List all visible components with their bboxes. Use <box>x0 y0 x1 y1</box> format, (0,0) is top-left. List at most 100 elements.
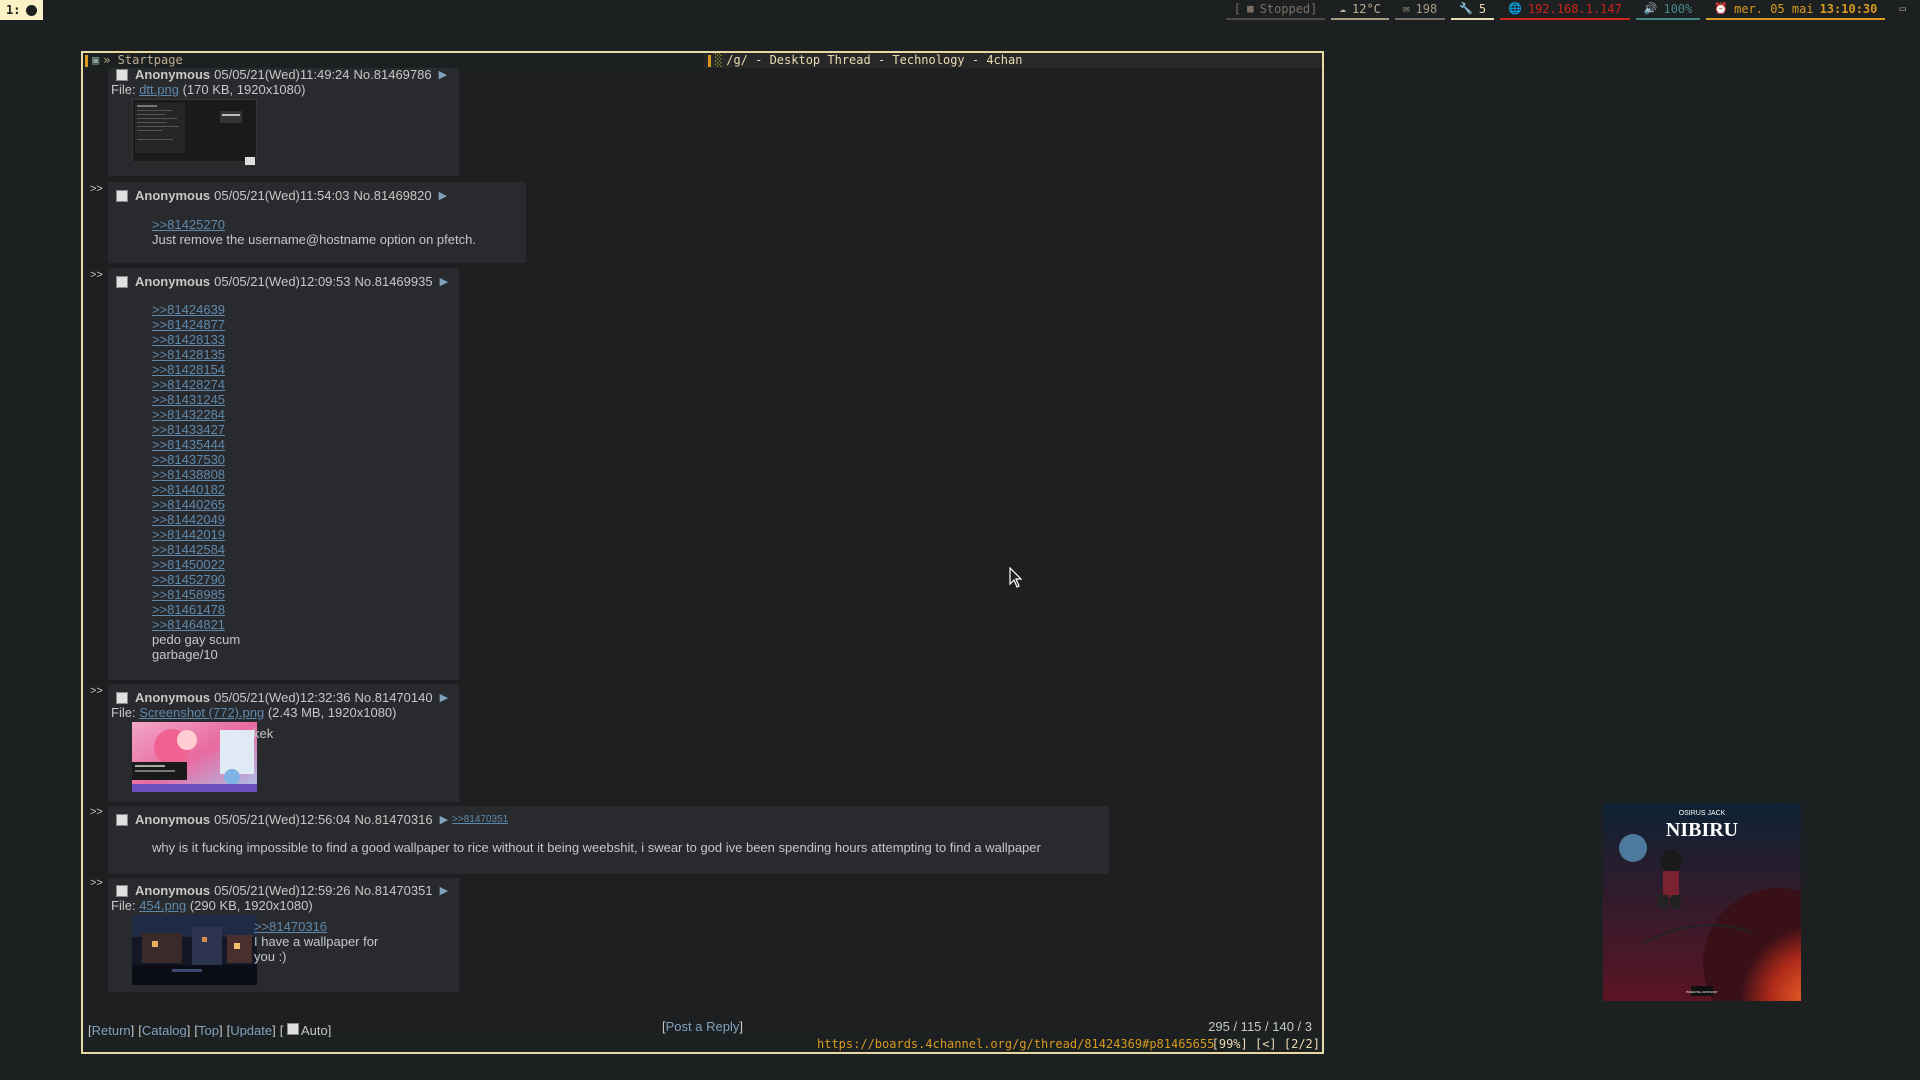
file-link[interactable]: dtt.png <box>139 82 179 97</box>
message-line: kek <box>253 726 274 741</box>
quote-link[interactable]: >>81428133 <box>152 332 225 347</box>
post-checkbox[interactable] <box>116 884 128 897</box>
post-number[interactable]: No.81470140 <box>355 690 433 705</box>
auto-update-checkbox[interactable] <box>286 1023 299 1035</box>
status-block-updates[interactable]: 🔧 5 <box>1451 0 1495 20</box>
status-clock-text: mer. 05 mai <box>1734 2 1814 16</box>
workspace-indicator[interactable]: 1: <box>0 0 44 20</box>
post-number[interactable]: No.81469820 <box>354 188 432 203</box>
post-thumbnail[interactable] <box>132 722 257 792</box>
post-header: Anonymous 05/05/21(Wed)12:32:36 No.81470… <box>116 690 448 705</box>
post: Anonymous 05/05/21(Wed)12:56:04 No.81470… <box>108 806 1109 874</box>
quote-link[interactable]: >>81442049 <box>152 512 225 527</box>
post-header: Anonymous 05/05/21(Wed)12:56:04 No.81470… <box>116 812 508 827</box>
post-menu-icon[interactable]: ▶ <box>440 691 448 704</box>
post-number[interactable]: No.81470316 <box>355 812 433 827</box>
post-checkbox[interactable] <box>116 68 128 81</box>
quote-link[interactable]: >>81425270 <box>152 217 225 232</box>
tray-icon: ▭ <box>1899 2 1906 15</box>
file-link[interactable]: Screenshot (772).png <box>139 705 264 720</box>
post-menu-icon[interactable]: ▶ <box>440 813 448 826</box>
tab-desktop-thread[interactable]: ░ /g/ - Desktop Thread - Technology - 4c… <box>704 53 1322 68</box>
post-side-arrow: >> <box>90 269 103 281</box>
browser-statusline: https://boards.4channel.org/g/thread/814… <box>83 1037 1322 1052</box>
post-thumbnail[interactable] <box>132 99 257 165</box>
status-block-network[interactable]: 🌐 192.168.1.147 <box>1500 0 1630 20</box>
file-label: File: <box>111 898 136 913</box>
poster-name: Anonymous <box>135 883 211 898</box>
quote-link[interactable]: >>81435444 <box>152 437 225 452</box>
quote-link[interactable]: >>81440265 <box>152 497 225 512</box>
post-checkbox[interactable] <box>116 275 128 288</box>
post-number[interactable]: No.81470351 <box>355 883 433 898</box>
post-header: Anonymous 05/05/21(Wed)11:49:24 No.81469… <box>116 68 447 82</box>
album-art: OSIRUS JACK NIBIRU PARENTAL ADVISORY <box>1603 803 1801 1001</box>
update-link[interactable]: Update <box>230 1023 272 1038</box>
post-menu-icon[interactable]: ▶ <box>439 189 447 202</box>
backlink[interactable]: >>81470351 <box>452 814 508 825</box>
post-checkbox[interactable] <box>116 691 128 704</box>
status-block-tray[interactable]: ▭ <box>1891 0 1920 20</box>
poster-name: Anonymous <box>135 812 211 827</box>
quote-link[interactable]: >>81433427 <box>152 422 225 437</box>
quote-link[interactable]: >>81461478 <box>152 602 225 617</box>
status-block-mail[interactable]: ✉ 198 <box>1394 0 1446 20</box>
file-meta: (170 KB, 1920x1080) <box>182 82 306 97</box>
quote-link[interactable]: >>81440182 <box>152 482 225 497</box>
album-advisory: PARENTAL ADVISORY <box>1686 990 1717 994</box>
status-url: https://boards.4channel.org/g/thread/814… <box>817 1037 1215 1051</box>
post-side-arrow: >> <box>90 877 103 889</box>
mpd-icon: ■ <box>1246 2 1254 15</box>
file-meta: (290 KB, 1920x1080) <box>189 898 313 913</box>
quote-link[interactable]: >>81458985 <box>152 587 225 602</box>
file-link[interactable]: 454.png <box>139 898 186 913</box>
catalog-link[interactable]: Catalog <box>142 1023 187 1038</box>
quote-link[interactable]: >>81452790 <box>152 572 225 587</box>
post-checkbox[interactable] <box>116 189 128 202</box>
quote-link[interactable]: >>81450022 <box>152 557 225 572</box>
quote-link[interactable]: >>81442584 <box>152 542 225 557</box>
post-menu-icon[interactable]: ▶ <box>439 68 447 81</box>
post-side-arrow: >> <box>90 685 103 697</box>
quote-link[interactable]: >>81438808 <box>152 467 225 482</box>
post-message: >>81470316 I have a wallpaper for you :) <box>254 919 378 964</box>
post-side-arrow: >> <box>90 806 103 818</box>
browser-window: ▣ » Startpage ░ /g/ - Desktop Thread - T… <box>81 51 1324 1054</box>
status-network-text: 192.168.1.147 <box>1527 2 1622 16</box>
post-menu-icon[interactable]: ▶ <box>440 884 448 897</box>
status-block-volume[interactable]: 🔊 100% <box>1635 0 1701 20</box>
post-number[interactable]: No.81469786 <box>354 68 432 82</box>
quote-link[interactable]: >>81431245 <box>152 392 225 407</box>
quote-link[interactable]: >>81428154 <box>152 362 225 377</box>
status-block-mpd[interactable]: [■ Stopped] <box>1225 0 1326 20</box>
tab-bar: ▣ » Startpage ░ /g/ - Desktop Thread - T… <box>83 53 1322 68</box>
poster-name: Anonymous <box>135 274 211 289</box>
post-menu-icon[interactable]: ▶ <box>440 275 448 288</box>
post-reply-link[interactable]: Post a Reply <box>666 1019 740 1034</box>
top-link[interactable]: Top <box>198 1023 219 1038</box>
quote-link[interactable]: >>81464821 <box>152 617 225 632</box>
post-checkbox[interactable] <box>116 813 128 826</box>
quote-link[interactable]: >>81470316 <box>254 919 327 934</box>
quote-link[interactable]: >>81442019 <box>152 527 225 542</box>
status-block-weather[interactable]: ☁ 12°C <box>1331 0 1389 20</box>
post-header: Anonymous 05/05/21(Wed)12:59:26 No.81470… <box>116 883 448 898</box>
quote-link[interactable]: >>81424877 <box>152 317 225 332</box>
status-block-clock[interactable]: ⏰ mer. 05 mai 13:10:30 <box>1706 0 1886 20</box>
mail-icon: ✉ <box>1402 2 1410 15</box>
quote-link[interactable]: >>81424639 <box>152 302 225 317</box>
post-datetime: 05/05/21(Wed)12:32:36 <box>214 690 351 705</box>
quote-link[interactable]: >>81437530 <box>152 452 225 467</box>
post-number[interactable]: No.81469935 <box>355 274 433 289</box>
quote-link[interactable]: >>81428274 <box>152 377 225 392</box>
quote-link[interactable]: >>81432284 <box>152 407 225 422</box>
post: Anonymous 05/05/21(Wed)12:09:53 No.81469… <box>108 268 459 680</box>
quote-link[interactable]: >>81428135 <box>152 347 225 362</box>
tab-startpage[interactable]: ▣ » Startpage <box>85 53 183 68</box>
album-title: NIBIRU <box>1666 819 1738 841</box>
return-link[interactable]: Return <box>92 1023 131 1038</box>
post-thumbnail[interactable] <box>132 915 257 985</box>
page-content: Anonymous 05/05/21(Wed)11:49:24 No.81469… <box>83 68 1322 1030</box>
clock-icon: ⏰ <box>1714 2 1729 15</box>
post: Anonymous 05/05/21(Wed)11:54:03 No.81469… <box>108 182 526 263</box>
